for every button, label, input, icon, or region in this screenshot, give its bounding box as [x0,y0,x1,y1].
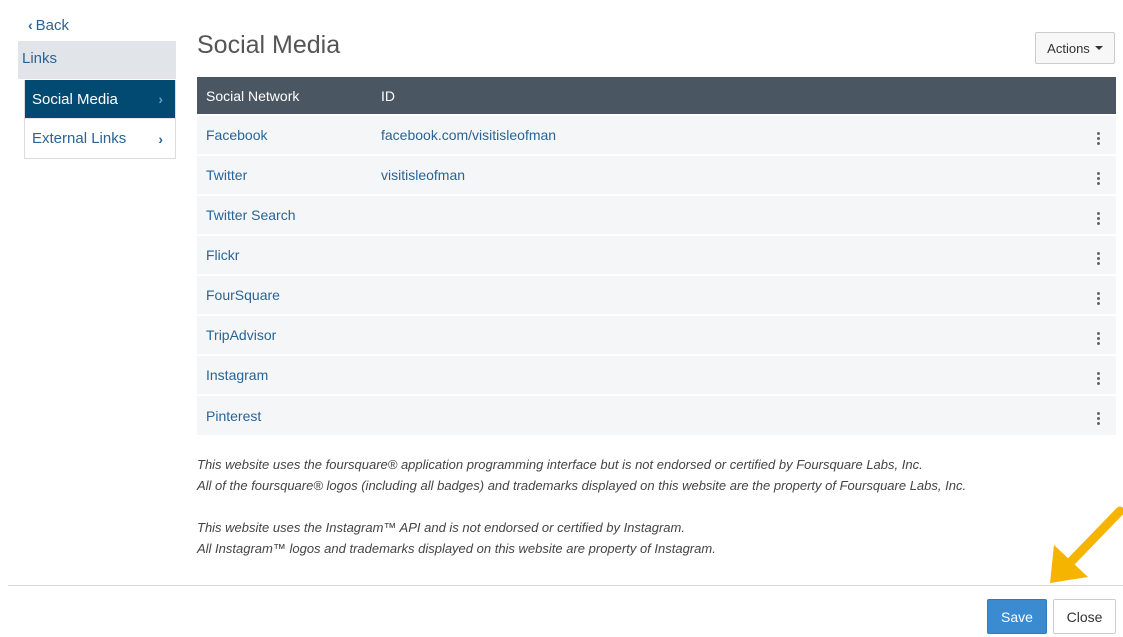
foursquare-disclaimer: This website uses the foursquare® applic… [197,454,966,496]
network-id[interactable] [381,235,1072,275]
kebab-menu-icon[interactable] [1091,168,1106,189]
kebab-menu-icon[interactable] [1091,128,1106,149]
column-header-id: ID [381,87,395,104]
sidebar-item-external-links[interactable]: External Links › [25,119,175,158]
save-button[interactable]: Save [987,599,1047,634]
sidebar-item-label: Social Media [32,90,118,108]
table-row[interactable]: Pinterest [197,395,1116,435]
kebab-menu-icon[interactable] [1091,288,1106,309]
network-name[interactable]: Flickr [197,235,381,275]
network-name[interactable]: Instagram [197,355,381,395]
table-header-row: Social Network ID [197,77,1116,115]
sidebar-nav: Social Media › External Links › [24,80,176,159]
column-header-menu [1072,77,1116,115]
kebab-menu-icon[interactable] [1091,368,1106,389]
table-row[interactable]: Flickr [197,235,1116,275]
network-name[interactable]: TripAdvisor [197,315,381,355]
column-header-social-network: Social Network [206,87,300,104]
network-name[interactable]: FourSquare [197,275,381,315]
actions-label: Actions [1047,40,1090,56]
back-link[interactable]: ‹ Back [28,16,70,35]
network-name[interactable]: Twitter Search [197,195,381,235]
kebab-menu-icon[interactable] [1091,408,1106,429]
table-row[interactable]: Instagram [197,355,1116,395]
network-id[interactable] [381,395,1072,435]
chevron-right-icon: › [158,91,163,107]
kebab-menu-icon[interactable] [1091,208,1106,229]
disclaimer-line: All Instagram™ logos and trademarks disp… [197,541,716,556]
sidebar-item-label: External Links [32,130,127,147]
table-row[interactable]: Facebook facebook.com/visitisleofman [197,115,1116,155]
table-row[interactable]: TripAdvisor [197,315,1116,355]
disclaimer-line: All of the foursquare® logos (including … [197,478,967,493]
table-row[interactable]: FourSquare [197,275,1116,315]
arrow-annotation-icon [1050,506,1123,583]
back-label: Back [35,17,70,34]
network-name[interactable]: Facebook [197,115,381,155]
disclaimer-line: This website uses the Instagram™ API and… [197,520,685,535]
footer-divider [8,585,1123,586]
actions-dropdown-button[interactable]: Actions [1035,32,1115,64]
kebab-menu-icon[interactable] [1091,328,1106,349]
close-button[interactable]: Close [1053,599,1116,634]
chevron-right-icon: › [158,130,163,147]
network-id[interactable] [381,275,1072,315]
sidebar-item-social-media[interactable]: Social Media › [25,80,175,119]
network-name[interactable]: Twitter [197,155,381,195]
table-row[interactable]: Twitter visitisleofman [197,155,1116,195]
network-id[interactable]: visitisleofman [381,155,1072,195]
page-title: Social Media [197,31,341,59]
network-id[interactable]: facebook.com/visitisleofman [381,115,1072,155]
caret-down-icon [1094,46,1103,50]
network-id[interactable] [381,355,1072,395]
network-name[interactable]: Pinterest [197,395,381,435]
network-id[interactable] [381,195,1072,235]
kebab-menu-icon[interactable] [1091,248,1106,269]
instagram-disclaimer: This website uses the Instagram™ API and… [197,517,716,559]
table-row[interactable]: Twitter Search [197,195,1116,235]
sidebar-section-header: Links [18,41,176,79]
network-id[interactable] [381,315,1072,355]
social-network-table: Social Network ID Facebook facebook.com/… [197,77,1116,435]
chevron-left-icon: ‹ [28,16,33,33]
disclaimer-line: This website uses the foursquare® applic… [197,457,923,472]
